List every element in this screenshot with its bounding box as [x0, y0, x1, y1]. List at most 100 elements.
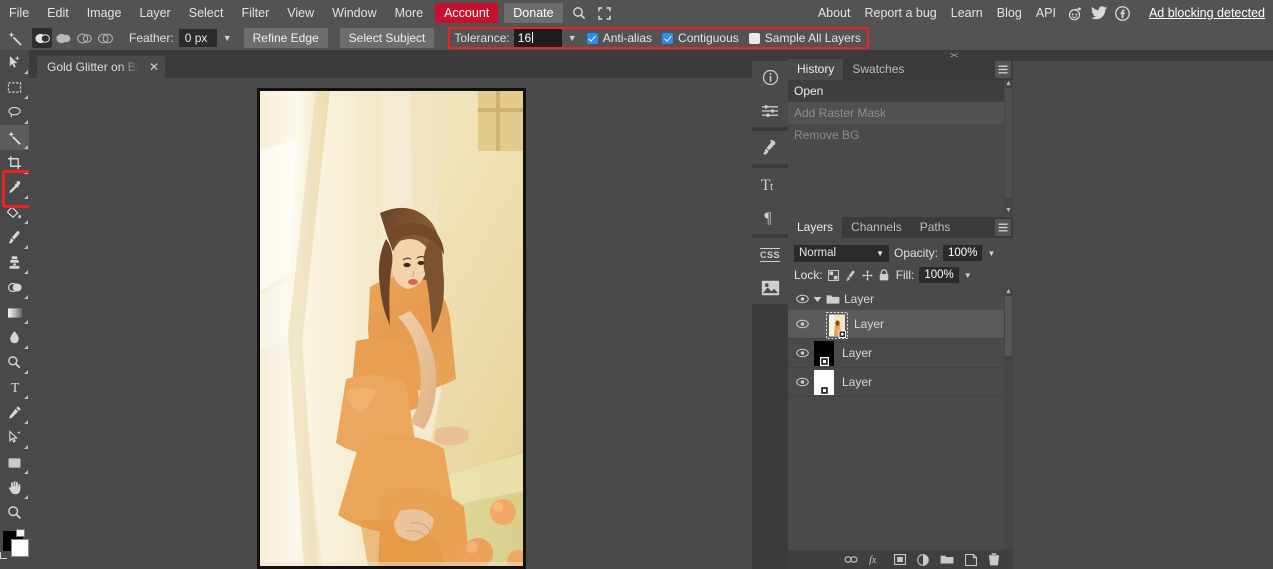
lock-pixels-icon[interactable]: [845, 270, 856, 281]
refine-edge-button[interactable]: Refine Edge: [244, 28, 328, 48]
donate-button[interactable]: Donate: [504, 3, 562, 23]
blur-tool[interactable]: [0, 325, 29, 350]
folder-icon[interactable]: [940, 554, 954, 565]
history-entry-list[interactable]: Open Add Raster Mask Remove BG ▲ ▼: [788, 80, 1013, 215]
tab-layers[interactable]: Layers: [788, 217, 842, 238]
eye-icon[interactable]: [794, 294, 810, 304]
layer-thumbnail[interactable]: [826, 312, 846, 337]
scroll-up-arrow-icon[interactable]: ▲: [1004, 80, 1013, 88]
lock-transparency-icon[interactable]: [828, 270, 839, 281]
menu-select[interactable]: Select: [180, 2, 233, 24]
new-selection-button[interactable]: [32, 28, 52, 48]
eyedropper-tool[interactable]: [0, 175, 29, 200]
half-circle-icon[interactable]: [917, 554, 929, 566]
hand-tool[interactable]: [0, 475, 29, 500]
blend-mode-select[interactable]: Normal ▼: [794, 245, 889, 262]
reddit-icon[interactable]: [1064, 2, 1086, 24]
intersect-selection-button[interactable]: [95, 28, 115, 48]
tolerance-chevron-down-icon[interactable]: ▼: [568, 33, 577, 43]
history-panel-menu-icon[interactable]: [995, 61, 1011, 78]
menu-file[interactable]: File: [0, 2, 38, 24]
layer-row[interactable]: Layer: [788, 310, 1013, 339]
opacity-chevron-down-icon[interactable]: ▼: [987, 249, 995, 258]
anti-alias-checkbox-row[interactable]: Anti-alias: [587, 31, 652, 45]
image-icon[interactable]: [752, 271, 788, 304]
lock-position-icon[interactable]: [862, 270, 873, 281]
brush-tool[interactable]: [0, 225, 29, 250]
menu-window[interactable]: Window: [323, 2, 385, 24]
scroll-down-arrow-icon[interactable]: ▼: [1004, 207, 1013, 215]
sample-all-layers-checkbox[interactable]: [749, 33, 760, 44]
layers-scrollbar[interactable]: ▲: [1004, 288, 1013, 551]
default-colors-icon[interactable]: [0, 552, 7, 559]
opacity-input[interactable]: 100%: [943, 245, 982, 261]
lock-all-icon[interactable]: [879, 269, 889, 281]
fill-chevron-down-icon[interactable]: ▼: [964, 271, 972, 280]
eye-icon[interactable]: [794, 377, 810, 387]
pen-tool[interactable]: [0, 400, 29, 425]
scroll-up-arrow-icon[interactable]: ▲: [1004, 288, 1013, 296]
history-scroll-thumb[interactable]: [1005, 88, 1012, 198]
fx-icon[interactable]: fx: [869, 554, 883, 565]
menu-edit[interactable]: Edit: [38, 2, 78, 24]
menu-layer[interactable]: Layer: [130, 2, 179, 24]
gradient-tool[interactable]: [0, 300, 29, 325]
layer-row[interactable]: Layer: [788, 368, 1013, 397]
contiguous-checkbox-row[interactable]: Contiguous: [662, 31, 739, 45]
eye-icon[interactable]: [794, 348, 810, 358]
css-icon[interactable]: CSS: [752, 238, 788, 271]
layer-group-row[interactable]: Layer: [788, 288, 1013, 310]
layer-thumbnail[interactable]: [814, 370, 834, 395]
anti-alias-checkbox[interactable]: [587, 33, 598, 44]
magic-wand-icon[interactable]: [4, 27, 26, 49]
document-tab[interactable]: Gold Glitter on Bla ✕: [37, 56, 165, 78]
group-expand-chevron-icon[interactable]: [810, 296, 824, 303]
eye-icon[interactable]: [794, 319, 810, 329]
search-icon[interactable]: [568, 2, 590, 24]
shape-tool[interactable]: [0, 450, 29, 475]
dodge-tool[interactable]: [0, 350, 29, 375]
tab-paths[interactable]: Paths: [911, 217, 960, 238]
menu-filter[interactable]: Filter: [232, 2, 278, 24]
facebook-icon[interactable]: [1112, 2, 1134, 24]
link-api[interactable]: API: [1029, 2, 1063, 24]
fullscreen-icon[interactable]: [594, 2, 616, 24]
menu-image[interactable]: Image: [78, 2, 131, 24]
crop-tool[interactable]: [0, 150, 29, 175]
link-icon[interactable]: [844, 555, 858, 564]
link-report-a-bug[interactable]: Report a bug: [857, 2, 943, 24]
history-scrollbar[interactable]: ▲ ▼: [1004, 80, 1013, 215]
move-tool[interactable]: [0, 50, 29, 75]
tolerance-input[interactable]: 16: [514, 29, 562, 47]
info-circle-icon[interactable]: [752, 61, 788, 94]
lasso-tool[interactable]: [0, 100, 29, 125]
ad-blocking-notice[interactable]: Ad blocking detected: [1149, 6, 1265, 20]
twitter-icon[interactable]: [1088, 2, 1110, 24]
tab-swatches[interactable]: Swatches: [843, 59, 913, 80]
eraser-tool[interactable]: [0, 275, 29, 300]
layers-panel-menu-icon[interactable]: [995, 219, 1011, 236]
new-layer-icon[interactable]: [965, 554, 977, 566]
magic-wand-tool[interactable]: [0, 125, 29, 150]
layer-row[interactable]: Layer: [788, 339, 1013, 368]
clone-stamp-tool[interactable]: [0, 250, 29, 275]
layer-thumbnail[interactable]: [814, 341, 834, 366]
type-tool[interactable]: T: [0, 375, 29, 400]
canvas-area[interactable]: [29, 78, 752, 569]
rectangle-select-tool[interactable]: [0, 75, 29, 100]
paint-bucket-tool[interactable]: [0, 200, 29, 225]
account-button[interactable]: Account: [435, 3, 498, 23]
contiguous-checkbox[interactable]: [662, 33, 673, 44]
close-icon[interactable]: ✕: [149, 60, 159, 74]
add-to-selection-button[interactable]: [53, 28, 73, 48]
history-entry[interactable]: Add Raster Mask: [788, 102, 1013, 124]
fill-input[interactable]: 100%: [919, 267, 958, 283]
trash-icon[interactable]: [988, 553, 1000, 566]
feather-input[interactable]: 0 px: [179, 29, 217, 47]
link-learn[interactable]: Learn: [944, 2, 990, 24]
link-about[interactable]: About: [811, 2, 858, 24]
paragraph-pilcrow-icon[interactable]: ¶: [752, 201, 788, 234]
sliders-icon[interactable]: [752, 94, 788, 127]
layer-list[interactable]: Layer: [788, 288, 1013, 551]
history-entry[interactable]: Open: [788, 80, 1013, 102]
